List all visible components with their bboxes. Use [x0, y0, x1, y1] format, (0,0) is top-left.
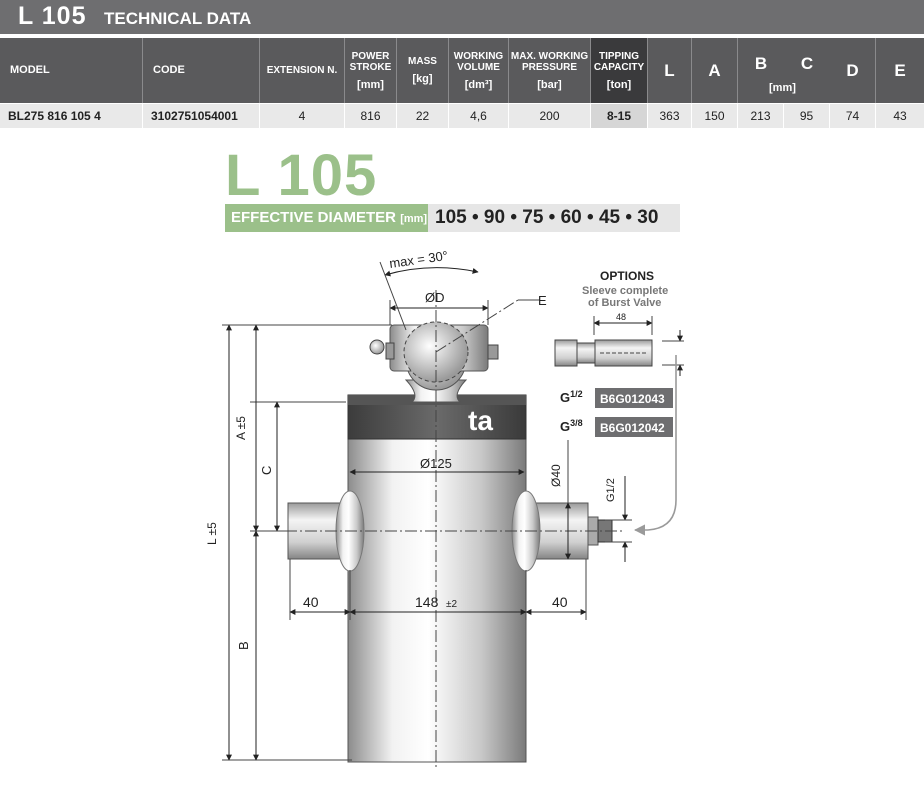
dia-D-label: ØD	[425, 290, 445, 305]
C-label: C	[259, 466, 274, 475]
options-line2: of Burst Valve	[588, 297, 661, 309]
dim-40-right: 40	[552, 594, 568, 610]
A-label: A ±5	[234, 416, 248, 440]
dia-125-label: Ø125	[420, 456, 452, 471]
dim-40-left: 40	[303, 594, 319, 610]
B-label: B	[236, 641, 251, 650]
options-line1: Sleeve complete	[582, 285, 668, 297]
dim-148: 148	[415, 594, 439, 610]
cylinder-drawing: ta max = 30° ØD E L ±5 A ±5 C B Ø125 Ø40	[205, 248, 684, 770]
option-arrow	[633, 355, 677, 536]
options-dim: 48	[616, 312, 626, 322]
E-label: E	[538, 293, 547, 308]
L-label: L ±5	[205, 522, 219, 545]
dia-40-label: Ø40	[549, 464, 563, 487]
opt2-code: B6G012042	[600, 421, 665, 435]
logo-mark: ta	[468, 405, 493, 436]
opt2-thread: G3/8	[560, 418, 583, 434]
dim-148-tol: ±2	[446, 599, 457, 610]
port-thread-label: G1/2	[605, 478, 617, 502]
grease-nipple-icon	[369, 339, 385, 355]
opt1-code: B6G012043	[600, 392, 665, 406]
burst-valve-sleeve-icon	[554, 339, 653, 367]
opt1-thread: G1/2	[560, 389, 583, 405]
options-title: OPTIONS	[600, 269, 654, 283]
